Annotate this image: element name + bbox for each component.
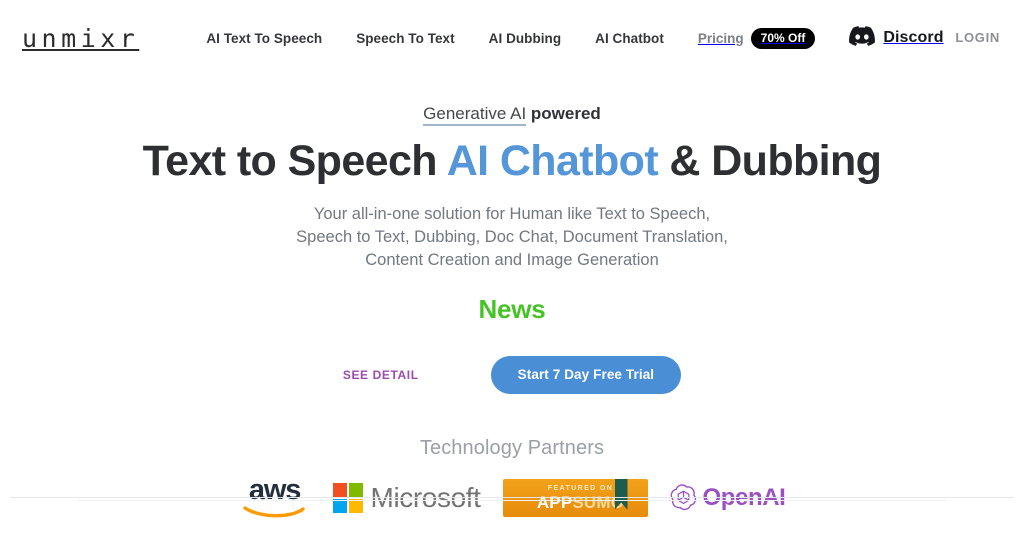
technology-partners-heading: Technology Partners — [419, 436, 605, 459]
headline-part-2: & Dubbing — [658, 137, 882, 186]
nav-item-ai-text-to-speech[interactable]: AI Text To Speech — [189, 25, 339, 52]
cta-row: SEE DETAIL Start 7 Day Free Trial — [0, 355, 1024, 394]
news-heading: News — [478, 293, 546, 324]
appsumo-app-text: APP — [536, 492, 573, 512]
nav-links: AI Text To Speech Speech To Text AI Dubb… — [189, 22, 944, 55]
hero-section: Generative AI powered Text to Speech AI … — [0, 76, 1024, 520]
landing-page: unmixr AI Text To Speech Speech To Text … — [0, 0, 1024, 536]
nav-item-ai-dubbing[interactable]: AI Dubbing — [472, 25, 578, 52]
aws-smile-icon — [242, 506, 305, 518]
see-detail-link[interactable]: SEE DETAIL — [343, 368, 419, 382]
headline-accent: AI Chatbot — [446, 137, 659, 186]
nav-item-discord[interactable]: Discord — [849, 25, 944, 51]
hero-subtitle-line-3: Content Creation and Image Generation — [365, 251, 659, 270]
nav-item-pricing[interactable]: Pricing 70% Off — [681, 22, 825, 55]
top-navigation-bar: unmixr AI Text To Speech Speech To Text … — [0, 0, 1024, 76]
hero-subtitle-line-2: Speech to Text, Dubbing, Doc Chat, Docum… — [296, 227, 728, 246]
nav-item-speech-to-text[interactable]: Speech To Text — [339, 25, 471, 52]
discount-badge: 70% Off — [750, 27, 816, 49]
hero-eyebrow-powered: powered — [526, 104, 601, 123]
brand-logo-unmixr[interactable]: unmixr — [22, 26, 139, 51]
nav-item-ai-chatbot[interactable]: AI Chatbot — [578, 25, 681, 52]
hero-subtitle: Your all-in-one solution for Human like … — [0, 203, 1024, 273]
login-button[interactable]: LOGIN — [955, 30, 1000, 45]
page-bottom-divider-secondary — [78, 500, 946, 501]
headline-part-1: Text to Speech — [142, 137, 447, 186]
hero-subtitle-line-1: Your all-in-one solution for Human like … — [313, 204, 711, 223]
discord-label: Discord — [883, 29, 944, 46]
hero-eyebrow: Generative AI powered — [0, 104, 1024, 126]
pricing-label: Pricing — [697, 30, 744, 46]
start-free-trial-button[interactable]: Start 7 Day Free Trial — [490, 355, 682, 394]
page-title: Text to Speech AI Chatbot & Dubbing — [0, 137, 1024, 185]
page-bottom-divider — [10, 497, 1014, 498]
discord-icon — [849, 25, 876, 51]
hero-eyebrow-generative-ai: Generative AI — [423, 104, 527, 126]
